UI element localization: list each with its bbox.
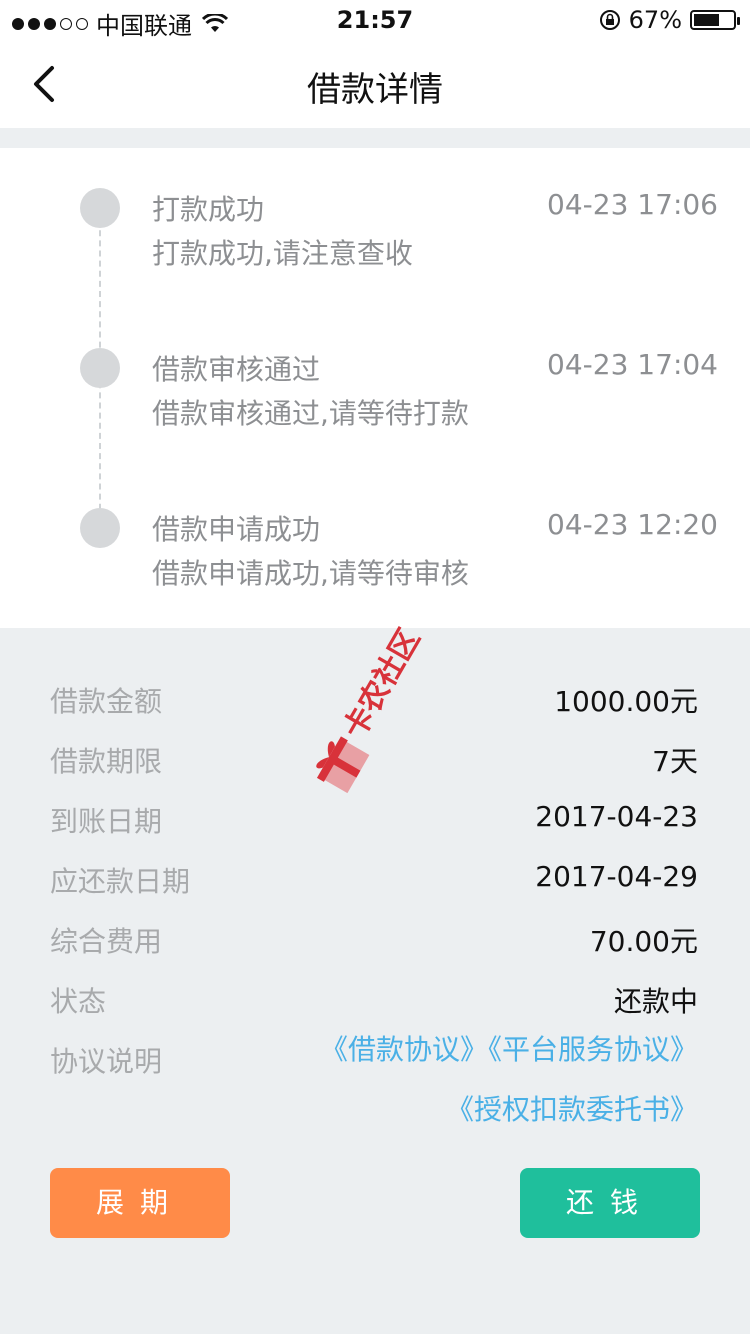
battery-percent: 67% bbox=[628, 6, 682, 34]
timeline-title: 借款审核通过 bbox=[152, 353, 321, 386]
status-right: 67% bbox=[599, 6, 740, 34]
detail-row-fee: 综合费用 70.00元 bbox=[0, 888, 750, 958]
timeline-title: 打款成功 bbox=[152, 193, 265, 226]
timeline-time: 04-23 17:06 bbox=[547, 188, 718, 221]
timeline-desc: 打款成功,请注意查收 bbox=[152, 237, 413, 270]
platform-service-agreement-link[interactable]: 《平台服务协议》 bbox=[488, 1033, 698, 1066]
timeline-desc: 借款申请成功,请等待审核 bbox=[152, 557, 469, 590]
timeline-time: 04-23 12:20 bbox=[547, 508, 718, 541]
agreement-links: 《借款协议》《平台服务协议》 《授权扣款委托书》 bbox=[278, 1020, 698, 1140]
extend-button[interactable]: 展期 bbox=[50, 1168, 230, 1238]
timeline-time: 04-23 17:04 bbox=[547, 348, 718, 381]
nav-bar: 借款详情 bbox=[0, 40, 750, 128]
timeline-dot bbox=[80, 188, 120, 228]
battery-icon bbox=[690, 10, 740, 30]
detail-row-due-date: 应还款日期 2017-04-29 bbox=[0, 828, 750, 898]
debit-authorization-link[interactable]: 《授权扣款委托书》 bbox=[446, 1093, 698, 1126]
detail-row-status: 状态 还款中 bbox=[0, 948, 750, 1018]
timeline-dot bbox=[80, 348, 120, 388]
timeline-desc: 借款审核通过,请等待打款 bbox=[152, 397, 469, 430]
repay-button[interactable]: 还钱 bbox=[520, 1168, 700, 1238]
page-title: 借款详情 bbox=[307, 70, 443, 110]
status-bar: 中国联通 21:57 67% bbox=[0, 0, 750, 40]
rotation-lock-icon bbox=[599, 10, 620, 30]
loan-agreement-link[interactable]: 《借款协议》 bbox=[320, 1033, 488, 1066]
timeline-item: 借款审核通过 04-23 17:04 借款审核通过,请等待打款 bbox=[0, 308, 750, 430]
watermark-text: 卡农社区 bbox=[337, 623, 428, 745]
detail-label: 协议说明 bbox=[50, 1045, 163, 1078]
timeline-item: 打款成功 04-23 17:06 打款成功,请注意查收 bbox=[0, 148, 750, 270]
timeline-title: 借款申请成功 bbox=[152, 513, 321, 546]
loan-timeline: 打款成功 04-23 17:06 打款成功,请注意查收 借款审核通过 04-23… bbox=[0, 148, 750, 628]
timeline-item: 借款申请成功 04-23 12:20 借款申请成功,请等待审核 bbox=[0, 468, 750, 590]
timeline-dot bbox=[80, 508, 120, 548]
